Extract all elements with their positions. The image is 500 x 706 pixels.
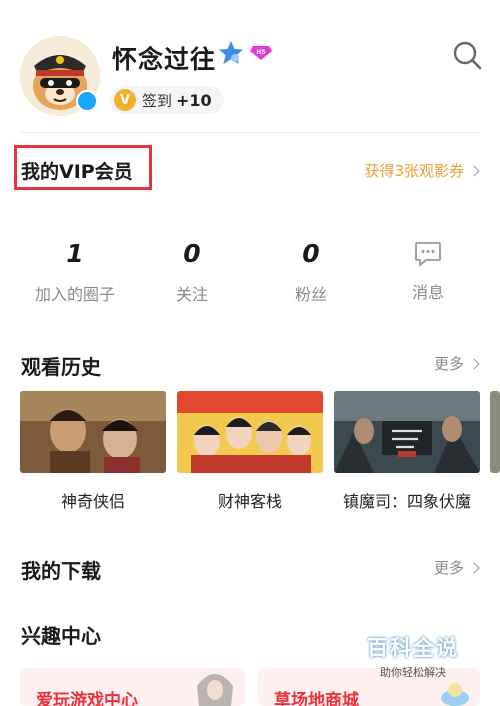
more-label: 更多 xyxy=(433,559,464,577)
divider xyxy=(20,132,480,133)
history-title: 观看历史 xyxy=(21,355,101,379)
history-thumbnail[interactable] xyxy=(177,391,323,473)
poster-image xyxy=(334,391,480,473)
signin-label: 签到 xyxy=(142,91,173,110)
stats-row: 1 加入的圈子 0 关注 0 粉丝 消息 xyxy=(0,235,500,315)
chevron-right-icon xyxy=(468,357,480,370)
card-label: 爱玩游戏中心 xyxy=(36,691,138,706)
history-thumbnail[interactable] xyxy=(20,391,166,473)
more-label: 更多 xyxy=(433,355,464,373)
stat-value: 0 xyxy=(183,239,201,268)
poster-image xyxy=(490,391,500,473)
history-more-link[interactable]: 更多 xyxy=(433,353,480,374)
stat-circles[interactable]: 1 加入的圈子 xyxy=(20,235,130,305)
level-badge-text: H5 xyxy=(256,49,265,56)
profile-header: 怀念过往 H5 V 签到 +10 xyxy=(0,0,500,130)
downloads-more-link[interactable]: 更多 xyxy=(433,557,480,578)
level-badge-icon: H5 xyxy=(250,46,272,60)
interest-title: 兴趣中心 xyxy=(21,624,101,648)
signin-points: +10 xyxy=(176,90,212,110)
vip-title: 我的VIP会员 xyxy=(21,161,133,183)
stat-value: 1 xyxy=(66,239,84,268)
stat-label: 消息 xyxy=(411,283,444,302)
history-item-title: 镇魔司：四象伏魔 xyxy=(342,492,471,511)
watermark-subtitle: 助你轻松解决 xyxy=(380,666,446,679)
search-icon[interactable] xyxy=(452,40,482,70)
watermark: 百科全说 助你轻松解决 xyxy=(354,632,472,679)
card-label: 草场地商城 xyxy=(274,691,359,706)
vip-promo-link[interactable]: 获得3张观影券 xyxy=(364,160,480,181)
vip-promo-text: 获得3张观影券 xyxy=(364,162,464,180)
stat-following[interactable]: 0 关注 xyxy=(137,235,247,305)
poster-image xyxy=(20,391,166,473)
history-thumbnail[interactable] xyxy=(334,391,480,473)
history-item-title: 神奇侠侣 xyxy=(60,492,125,511)
message-icon xyxy=(415,242,441,267)
stat-messages[interactable]: 消息 xyxy=(373,235,483,303)
game-character-image xyxy=(197,674,233,706)
verified-badge-icon xyxy=(76,90,98,112)
history-item-title: 财神客栈 xyxy=(217,492,282,511)
watermark-title: 百科全说 xyxy=(367,636,459,660)
stat-value: 0 xyxy=(302,239,320,268)
stat-label: 关注 xyxy=(175,285,208,304)
history-thumbnail-partial[interactable] xyxy=(490,391,500,473)
mall-icon xyxy=(441,683,469,706)
vip-v-icon: V xyxy=(114,89,136,111)
history-list: 神奇侠侣 财神客栈 镇魔司：四象伏魔 xyxy=(0,391,500,511)
vip-row[interactable]: 我的VIP会员 获得3张观影券 xyxy=(0,140,500,200)
star-level-icon xyxy=(219,41,243,64)
chevron-right-icon xyxy=(468,164,480,177)
chevron-right-icon xyxy=(468,561,480,574)
signin-button[interactable]: V 签到 +10 xyxy=(110,86,224,114)
username: 怀念过往 xyxy=(112,45,217,74)
stat-label: 粉丝 xyxy=(294,285,327,304)
game-center-card[interactable]: 爱玩游戏中心 xyxy=(20,668,245,706)
stat-fans[interactable]: 0 粉丝 xyxy=(256,235,366,305)
poster-image xyxy=(177,391,323,473)
stat-label: 加入的圈子 xyxy=(34,285,115,304)
downloads-title: 我的下载 xyxy=(21,559,101,583)
